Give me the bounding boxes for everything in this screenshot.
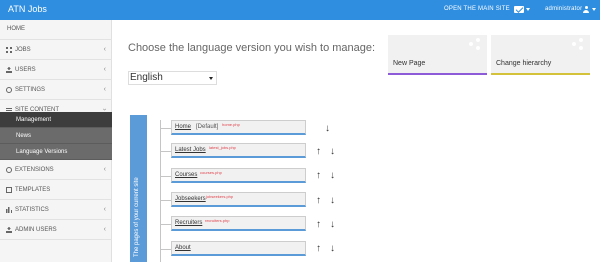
chevron-left-icon: ‹ — [103, 66, 106, 73]
chevron-left-icon: ‹ — [103, 46, 106, 53]
sidebar-subitem-management[interactable]: Management — [0, 112, 112, 128]
language-select[interactable]: English — [128, 71, 217, 85]
sidebar-item-label: TEMPLATES — [15, 187, 51, 193]
sidebar-subitem-label: Language Versions — [16, 149, 68, 155]
user-icon[interactable] — [583, 6, 589, 13]
move-down-icon[interactable]: ↓ — [330, 147, 335, 157]
tree-connector — [160, 176, 171, 177]
share-icon — [469, 38, 481, 50]
card-accent-bar — [491, 73, 590, 75]
admin-icon — [6, 227, 12, 233]
sidebar-item-home[interactable]: HOME — [0, 20, 112, 40]
sidebar-item-label: SETTINGS — [15, 87, 46, 93]
card-accent-bar — [388, 73, 487, 75]
page-file: home.php — [222, 122, 240, 127]
open-main-site-link[interactable]: OPEN THE MAIN SITE — [444, 6, 510, 12]
sidebar-item-label: JOBS — [15, 47, 31, 53]
move-down-icon[interactable]: ↓ — [330, 220, 335, 230]
top-bar: ATN Jobs OPEN THE MAIN SITE administrato… — [0, 0, 600, 20]
move-up-icon[interactable]: ↑ — [316, 220, 321, 230]
sidebar-item-label: EXTENSIONS — [15, 167, 54, 173]
page-link[interactable]: Recruiters — [175, 220, 202, 226]
page-default-tag: [Default] — [196, 124, 219, 130]
page-link[interactable]: Jobseekers — [175, 196, 206, 202]
page-file: latest_jobs.php — [209, 145, 236, 150]
sidebar-item-label: HOME — [7, 26, 25, 32]
circle-icon — [6, 167, 12, 173]
language-select-value: English — [130, 72, 163, 83]
page-row-courses[interactable]: Courses courses.php — [171, 168, 306, 183]
sidebar-subitem-label: News — [16, 133, 32, 139]
sidebar-item-statistics[interactable]: STATISTICS ‹ — [0, 200, 112, 220]
box-icon — [6, 187, 12, 193]
tree-connector — [160, 224, 171, 225]
page-row-home[interactable]: Home [Default] home.php — [171, 120, 306, 135]
move-up-icon[interactable]: ↑ — [316, 147, 321, 157]
user-dropdown-caret-icon[interactable] — [592, 8, 596, 11]
move-up-icon[interactable]: ↑ — [316, 244, 321, 254]
sidebar-item-jobs[interactable]: JOBS ‹ — [0, 40, 112, 60]
user-menu[interactable]: administrator — [545, 6, 582, 12]
dropdown-arrow-icon — [209, 77, 213, 80]
mail-dropdown-caret-icon[interactable] — [526, 8, 530, 11]
page-row-latest-jobs[interactable]: Latest Jobs latest_jobs.php — [171, 143, 306, 158]
gear-icon — [6, 87, 12, 93]
bar-chart-icon — [6, 207, 12, 213]
chevron-left-icon: ‹ — [103, 86, 106, 93]
sidebar-item-label: STATISTICS — [15, 207, 49, 213]
change-hierarchy-label: Change hierarchy — [496, 60, 552, 67]
new-page-card[interactable]: New Page — [388, 35, 487, 75]
sidebar-subitem-language-versions[interactable]: Language Versions — [0, 144, 112, 160]
move-up-icon[interactable]: ↑ — [316, 196, 321, 206]
page-row-jobseekers[interactable]: Jobseekers jobseekers.php — [171, 192, 306, 207]
page-file: recruiters.php — [205, 218, 230, 223]
page-link[interactable]: Home — [175, 124, 191, 130]
grid-icon — [6, 47, 12, 53]
sidebar-subitem-label: Management — [16, 117, 52, 123]
chevron-left-icon: ‹ — [103, 206, 106, 213]
move-down-icon[interactable]: ↓ — [330, 196, 335, 206]
tree-connector-line — [160, 120, 161, 262]
sidebar: HOME JOBS ‹ USERS ‹ SETTINGS ‹ SITE CONT… — [0, 20, 112, 262]
change-hierarchy-card[interactable]: Change hierarchy — [491, 35, 590, 75]
tree-connector — [160, 200, 171, 201]
page-row-recruiters[interactable]: Recruiters recruiters.php — [171, 216, 306, 231]
sidebar-item-label: USERS — [15, 67, 36, 73]
sidebar-item-templates[interactable]: TEMPLATES — [0, 180, 112, 200]
tree-connector — [160, 249, 171, 250]
page-link[interactable]: Latest Jobs — [175, 147, 206, 153]
sidebar-item-settings[interactable]: SETTINGS ‹ — [0, 80, 112, 100]
page-link[interactable]: About — [175, 245, 191, 251]
user-icon — [6, 67, 12, 73]
page-file: jobseekers.php — [206, 194, 234, 199]
chevron-left-icon: ‹ — [103, 166, 106, 173]
page-tree-label: The pages of your current site — [134, 177, 140, 257]
sidebar-item-admin-users[interactable]: ADMIN USERS ‹ — [0, 220, 112, 240]
sidebar-item-label: ADMIN USERS — [15, 227, 57, 233]
share-icon — [572, 38, 584, 50]
page-row-about[interactable]: About — [171, 241, 306, 256]
sidebar-item-extensions[interactable]: EXTENSIONS ‹ — [0, 160, 112, 180]
move-down-icon[interactable]: ↓ — [330, 244, 335, 254]
page-file: courses.php — [200, 170, 222, 175]
tree-connector — [160, 128, 171, 129]
tree-connector — [160, 151, 171, 152]
sidebar-item-users[interactable]: USERS ‹ — [0, 60, 112, 80]
mail-icon[interactable] — [514, 6, 524, 13]
move-down-icon[interactable]: ↓ — [325, 124, 330, 134]
page-link[interactable]: Courses — [175, 172, 197, 178]
chevron-down-icon: ‹ — [101, 108, 109, 111]
new-page-label: New Page — [393, 60, 426, 67]
move-up-icon[interactable]: ↑ — [316, 171, 321, 181]
chevron-left-icon: ‹ — [103, 226, 106, 233]
page-heading: Choose the language version you wish to … — [128, 42, 376, 54]
sidebar-subitem-news[interactable]: News — [0, 128, 112, 144]
app-title[interactable]: ATN Jobs — [8, 4, 47, 14]
move-down-icon[interactable]: ↓ — [330, 171, 335, 181]
